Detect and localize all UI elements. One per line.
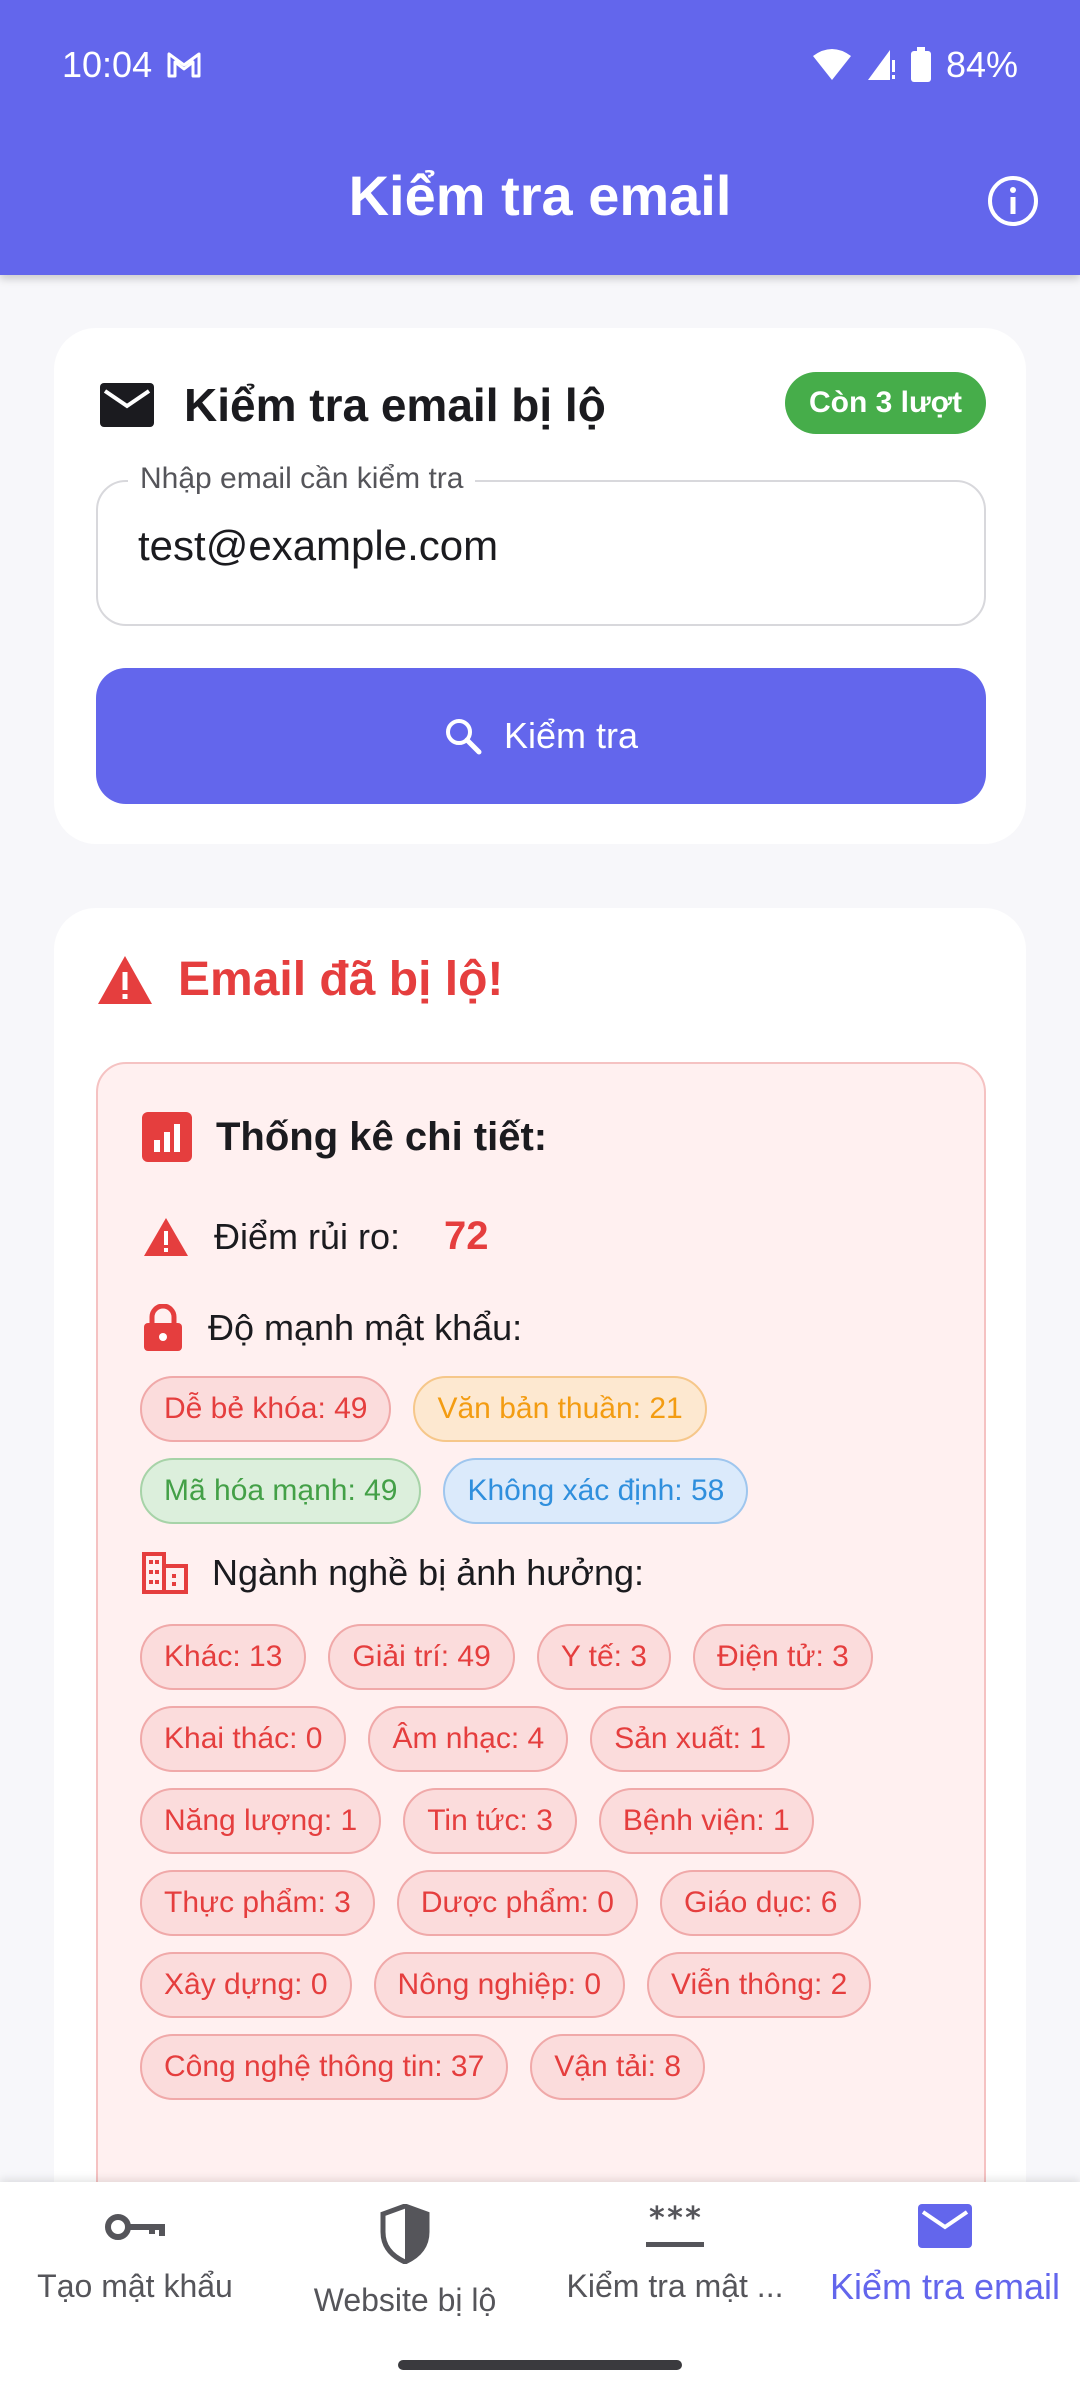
industry-chip: Khác: 13 — [140, 1624, 307, 1690]
nav-label: Kiểm tra email — [829, 2266, 1061, 2307]
result-card: Email đã bị lộ! Thống kê chi tiết: Điểm … — [54, 908, 1026, 2208]
wifi-icon — [812, 49, 851, 80]
alert-header: Email đã bị lộ! — [96, 952, 503, 1007]
industries-row: Ngành nghề bị ảnh hưởng: — [142, 1552, 644, 1594]
email-check-card: Kiểm tra email bị lộ Còn 3 lượt Nhập ema… — [54, 328, 1026, 844]
password-strength-chips: Dễ bẻ khóa: 49 Văn bản thuần: 21 Mã hóa mạ… — [140, 1376, 950, 1524]
warning-icon — [98, 955, 152, 1004]
industry-chip: Công nghệ thông tin: 37 — [140, 2034, 509, 2100]
stats-panel: Thống kê chi tiết: Điểm rủi ro: 72 Độ mạ… — [96, 1062, 986, 2208]
industry-chip: Xây dựng: 0 — [140, 1952, 352, 2018]
check-button[interactable]: Kiểm tra — [96, 668, 986, 804]
nav-label: Tạo mật khẩu — [37, 2268, 233, 2304]
nav-item-leaked-websites[interactable]: Website bị lộ — [270, 2204, 540, 2319]
mail-icon — [100, 383, 154, 427]
nav-label: Kiểm tra mật ... — [566, 2268, 784, 2304]
nav-item-generate-password[interactable]: Tạo mật khẩu — [0, 2204, 270, 2305]
industry-chip: Giải trí: 49 — [328, 1624, 515, 1690]
password-strength-row: Độ mạnh mật khẩu: — [142, 1304, 522, 1352]
info-icon[interactable] — [986, 174, 1040, 228]
industry-chip: Âm nhạc: 4 — [368, 1706, 569, 1772]
battery-percent: 84% — [945, 44, 1018, 85]
shield-icon — [380, 2204, 430, 2264]
industry-chip: Điện tử: 3 — [693, 1624, 873, 1690]
industry-chip: Vận tải: 8 — [530, 2034, 706, 2100]
email-field[interactable]: Nhập email cần kiểm tra — [96, 462, 986, 626]
stats-title: Thống kê chi tiết: — [216, 1114, 548, 1159]
industries-label: Ngành nghề bị ảnh hưởng: — [212, 1552, 645, 1593]
industry-chip: Khai thác: 0 — [140, 1706, 347, 1772]
password-strength-label: Độ mạnh mật khẩu: — [208, 1307, 523, 1348]
signal-icon — [867, 50, 895, 80]
industry-chip: Sản xuất: 1 — [590, 1706, 790, 1772]
card-title: Kiểm tra email bị lộ — [184, 379, 606, 431]
nav-item-check-password[interactable]: *** Kiểm tra mật ... — [540, 2204, 810, 2305]
app-bar: 10:04 84% Kiểm tra email — [0, 0, 1080, 275]
industry-chip: Năng lượng: 1 — [140, 1788, 382, 1854]
industry-chip: Giáo dục: 6 — [659, 1870, 862, 1936]
nav-item-check-email[interactable]: Kiểm tra email — [810, 2204, 1080, 2308]
industry-chip: Y tế: 3 — [536, 1624, 671, 1690]
search-icon — [445, 719, 482, 755]
gesture-bar — [398, 2360, 682, 2370]
strength-chip: Mã hóa mạnh: 49 — [140, 1458, 422, 1524]
industry-chip: Tin tức: 3 — [403, 1788, 577, 1854]
industry-chip: Thực phẩm: 3 — [140, 1870, 375, 1936]
svg-text:***: *** — [648, 2204, 702, 2236]
risk-value: 72 — [444, 1214, 489, 1258]
page-title: Kiểm tra email — [348, 164, 732, 227]
building-icon — [142, 1552, 188, 1594]
email-input[interactable] — [138, 522, 938, 570]
risk-row: Điểm rủi ro: 72 — [142, 1214, 489, 1259]
key-icon — [105, 2214, 165, 2240]
strength-chip: Dễ bẻ khóa: 49 — [140, 1376, 392, 1442]
lock-icon — [144, 1304, 182, 1351]
stats-header: Thống kê chi tiết: — [142, 1112, 547, 1162]
status-time: 10:04 — [62, 44, 153, 85]
check-button-label: Kiểm tra — [503, 715, 639, 756]
password-icon: *** — [646, 2204, 704, 2247]
mail-icon — [918, 2204, 972, 2248]
strength-chip: Không xác định: 58 — [443, 1458, 749, 1524]
strength-chip: Văn bản thuần: 21 — [413, 1376, 707, 1442]
risk-label: Điểm rủi ro: — [214, 1215, 401, 1257]
warning-icon — [144, 1217, 188, 1256]
gmail-icon — [167, 52, 201, 78]
industry-chip: Dược phẩm: 0 — [396, 1870, 638, 1936]
industry-chips: Khác: 13 Giải trí: 49 Y tế: 3 Điện tử: 3 Kha… — [140, 1624, 950, 2100]
status-bar: 10:04 84% — [62, 40, 1018, 90]
battery-icon — [910, 47, 931, 82]
industry-chip: Viễn thông: 2 — [647, 1952, 872, 2018]
alert-title: Email đã bị lộ! — [178, 953, 504, 1006]
email-field-label: Nhập email cần kiểm tra — [128, 462, 476, 496]
nav-label: Website bị lộ — [313, 2282, 497, 2318]
bar-chart-icon — [142, 1112, 192, 1162]
quota-badge: Còn 3 lượt — [784, 372, 986, 434]
industry-chip: Bệnh viện: 1 — [598, 1788, 814, 1854]
industry-chip: Nông nghiệp: 0 — [373, 1952, 626, 2018]
